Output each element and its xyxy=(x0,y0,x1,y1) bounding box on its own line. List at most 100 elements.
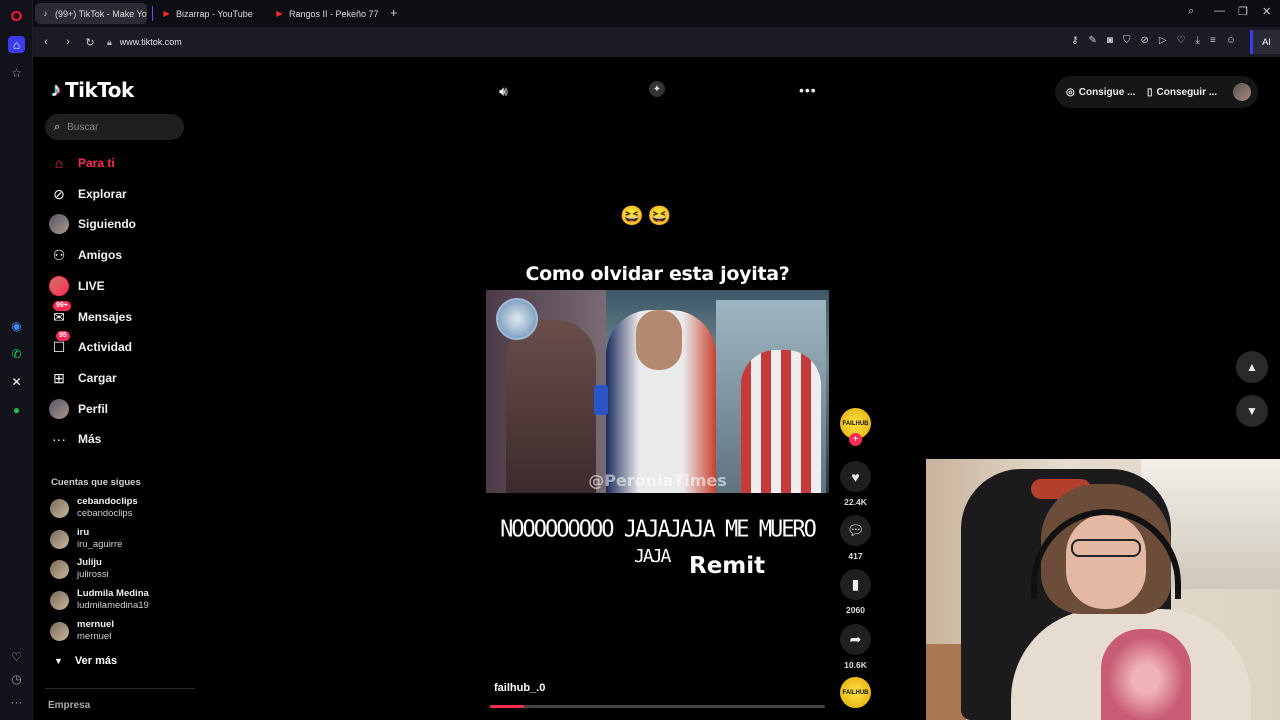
account-name: Juliju xyxy=(77,557,102,568)
edit-icon[interactable]: ✎ xyxy=(1089,35,1097,46)
download-icon[interactable]: ⤓ xyxy=(1196,35,1200,46)
nav-live[interactable]: LIVE xyxy=(49,274,105,298)
restore-button[interactable]: ❐ xyxy=(1238,5,1248,18)
nav-amigos[interactable]: ⚇ Amigos xyxy=(49,243,122,267)
next-video-button[interactable]: ▼ xyxy=(1236,395,1268,427)
following-section-title: Cuentas que sigues xyxy=(51,477,141,488)
nav-mas[interactable]: ··· Más xyxy=(49,427,101,451)
music-disc-avatar[interactable]: FAILHUB xyxy=(840,677,871,708)
caption-emoji: 😆😆 xyxy=(620,206,676,227)
like-count: 22.4K xyxy=(844,497,867,507)
search-tabs-icon[interactable]: ⌕ xyxy=(1188,5,1194,18)
video-caption-bottom: NOOOOOOOOO JAJAJAJA ME MUERO xyxy=(500,516,817,543)
previous-video-button[interactable]: ▲ xyxy=(1236,351,1268,383)
new-tab-button[interactable]: + xyxy=(390,5,398,20)
more-icon[interactable]: ··· xyxy=(8,693,25,710)
activity-icon: ☐ 95 xyxy=(49,331,70,357)
following-account[interactable]: Ludmila Medina ludmilamedina19 xyxy=(50,588,149,612)
forward-button[interactable]: › xyxy=(57,36,79,48)
camera-icon[interactable]: ◙ xyxy=(1107,35,1113,46)
minimize-button[interactable]: — xyxy=(1214,5,1225,17)
comment-button[interactable]: 💬︎ 417 xyxy=(840,515,871,561)
share-icon: ➦ xyxy=(840,624,871,655)
phone-icon: ▯ xyxy=(1147,86,1153,98)
tab-youtube-rangos[interactable]: ▶ Rangos II - Pekeño 77 ft. C xyxy=(269,3,381,24)
account-handle: ludmilamedina19 xyxy=(77,600,149,611)
get-coins-button[interactable]: ◎ Consigue ... xyxy=(1066,80,1135,104)
nav-explorar[interactable]: ⊘ Explorar xyxy=(49,182,127,206)
whatsapp-icon[interactable]: ✆ xyxy=(8,345,25,362)
search-bar[interactable]: ⌕ xyxy=(45,114,184,140)
key-icon[interactable]: ⚷ xyxy=(1071,35,1078,46)
footer-empresa-link[interactable]: Empresa xyxy=(48,700,90,711)
effects-icon[interactable]: ✦ xyxy=(649,81,665,97)
webcam-overlay xyxy=(926,459,1280,720)
search-input[interactable] xyxy=(67,121,168,133)
reload-button[interactable]: ↻ xyxy=(79,36,101,49)
get-coins-label: Consigue ... xyxy=(1078,86,1136,98)
tab-youtube-bizarrap[interactable]: ▶ Bizarrap - YouTube xyxy=(156,3,268,24)
messages-icon: ✉ 99+ xyxy=(49,301,71,327)
heart-icon[interactable]: ♡ xyxy=(1177,35,1186,46)
play-icon[interactable]: ▷ xyxy=(1159,35,1167,46)
account-handle: cebandoclips xyxy=(77,508,133,519)
following-account[interactable]: mernuel mernuel xyxy=(50,619,114,643)
close-window-button[interactable]: ✕ xyxy=(1262,5,1271,18)
adblock-icon[interactable]: ⊘ xyxy=(1140,35,1148,46)
avatar xyxy=(50,559,69,579)
video-caption-top: Como olvidar esta joyita? xyxy=(525,263,790,285)
nav-para-ti[interactable]: ⌂ Para ti xyxy=(49,151,115,175)
following-account[interactable]: Juliju julirossi xyxy=(50,557,109,581)
save-button[interactable]: ▮ 2060 xyxy=(840,569,871,615)
like-button[interactable]: ♥ 22.4K xyxy=(840,461,871,507)
see-more-button[interactable]: ▼ Ver más xyxy=(54,655,117,667)
ai-button[interactable]: AI xyxy=(1250,30,1280,54)
nav-label: Para ti xyxy=(78,156,115,170)
account-name: iru xyxy=(77,527,90,538)
nav-label: Más xyxy=(78,432,102,446)
share-button[interactable]: ➦ 10.6K xyxy=(840,624,871,670)
home-icon[interactable]: ⌂ xyxy=(8,36,25,53)
nav-perfil[interactable]: Perfil xyxy=(49,397,108,421)
following-account[interactable]: cebandoclips cebandoclips xyxy=(50,496,138,520)
nav-cargar[interactable]: ⊞ Cargar xyxy=(49,366,117,390)
avatar xyxy=(50,590,69,610)
messenger-icon[interactable]: ◉ xyxy=(8,317,25,334)
nav-siguiendo[interactable]: Siguiendo xyxy=(49,212,136,236)
star-icon[interactable]: ☆ xyxy=(8,64,25,81)
video-watermark: @PeroniaTimes xyxy=(588,471,727,490)
get-app-button[interactable]: ▯ Conseguir ... xyxy=(1147,80,1217,104)
user-avatar[interactable] xyxy=(1233,83,1251,101)
opera-logo-icon[interactable]: O xyxy=(8,8,25,25)
profile-icon[interactable]: ☺ xyxy=(1226,35,1236,46)
follow-plus-icon[interactable]: + xyxy=(849,433,862,446)
following-account[interactable]: iru iru_aguirre xyxy=(50,527,122,551)
home-icon: ⌂ xyxy=(54,155,64,171)
more-icon: ··· xyxy=(52,431,66,447)
volume-icon[interactable]: 🔊︎ xyxy=(499,83,508,100)
menu-icon[interactable]: ≡ xyxy=(1210,35,1216,46)
more-options-icon[interactable]: ••• xyxy=(799,82,817,98)
tab-separator xyxy=(152,6,153,21)
video-progress-bar[interactable] xyxy=(490,705,825,708)
history-icon[interactable]: ◷ xyxy=(8,670,25,687)
url-field[interactable]: www.tiktok.com xyxy=(120,37,182,47)
back-button[interactable]: ‹ xyxy=(35,36,57,48)
avatar xyxy=(50,529,69,549)
x-icon[interactable]: ✕ xyxy=(8,373,25,390)
video-player[interactable]: @PeroniaTimes xyxy=(486,290,829,493)
nav-actividad[interactable]: ☐ 95 Actividad xyxy=(49,331,132,359)
spotify-icon[interactable]: ● xyxy=(8,401,25,418)
progress-fill xyxy=(490,705,524,708)
heart-icon[interactable]: ♡ xyxy=(8,648,25,665)
video-author[interactable]: failhub_.0 xyxy=(494,682,545,694)
shield-icon[interactable]: ⛉ xyxy=(1123,35,1131,46)
tab-tiktok[interactable]: ♪ (99+) TikTok - Make Yo xyxy=(35,3,147,24)
nav-mensajes[interactable]: ✉ 99+ Mensajes xyxy=(49,301,132,329)
video-caption-bottom-2: JAJA xyxy=(634,546,671,567)
coin-icon: ◎ xyxy=(1066,86,1075,98)
share-count: 10.6K xyxy=(844,660,867,670)
account-handle: iru_aguirre xyxy=(77,539,123,550)
tiktok-logo[interactable]: ♪ TikTok xyxy=(51,78,134,102)
video-caption-overlay: Remit xyxy=(689,553,766,579)
